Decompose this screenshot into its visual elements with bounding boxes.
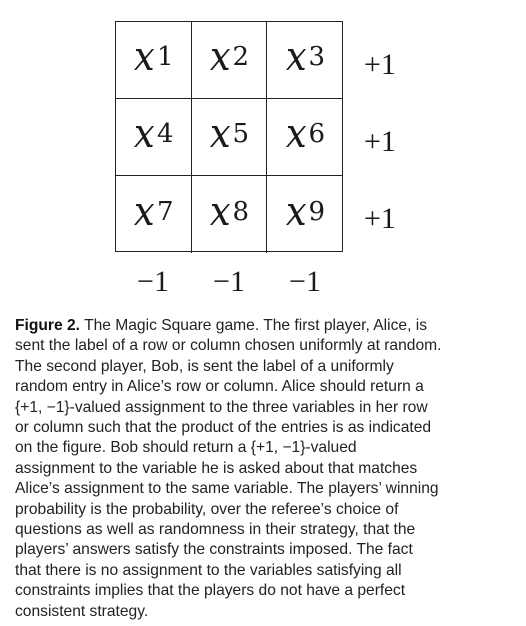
cell-x2: x2: [192, 22, 267, 99]
cell-x4: x4: [116, 99, 192, 176]
cell-variable: x: [134, 111, 156, 157]
cell-subscript: 3: [308, 42, 326, 72]
cell-x9: x9: [267, 176, 343, 253]
cell-x8: x8: [192, 176, 267, 253]
cell-x3: x3: [267, 22, 343, 99]
caption-text: The Magic Square game. The first player,…: [15, 317, 442, 620]
magic-square-figure: x1 x2 x3 x4 x5 x6 x7 x8 x9 +1 +1 +1 −1 −…: [0, 0, 526, 300]
figure-caption: Figure 2. The Magic Square game. The fir…: [15, 316, 521, 622]
column-2-product-label: −1: [213, 265, 245, 298]
cell-variable: x: [134, 188, 156, 235]
caption-label: Figure 2.: [15, 317, 80, 334]
cell-subscript: 5: [232, 119, 250, 149]
cell-variable: x: [209, 111, 231, 157]
cell-x5: x5: [192, 99, 267, 176]
cell-subscript: 8: [232, 196, 250, 227]
cell-subscript: 7: [157, 196, 174, 227]
cell-subscript: 9: [308, 196, 326, 227]
cell-subscript: 6: [308, 119, 326, 149]
cell-x7: x7: [116, 176, 192, 253]
row-3-product-label: +1: [364, 202, 396, 235]
cell-subscript: 1: [157, 42, 174, 72]
cell-variable: x: [209, 34, 231, 80]
cell-variable: x: [285, 111, 307, 157]
cell-variable: x: [134, 34, 156, 80]
cell-variable: x: [209, 188, 231, 235]
row-2-product-label: +1: [364, 125, 396, 158]
cell-variable: x: [285, 34, 307, 80]
cell-subscript: 2: [232, 42, 250, 72]
row-1-product-label: +1: [364, 48, 396, 81]
magic-square-grid: x1 x2 x3 x4 x5 x6 x7 x8 x9: [115, 21, 343, 253]
column-3-product-label: −1: [289, 265, 321, 298]
column-1-product-label: −1: [137, 265, 169, 298]
cell-x1: x1: [116, 22, 192, 99]
cell-subscript: 4: [157, 119, 174, 149]
cell-x6: x6: [267, 99, 343, 176]
cell-variable: x: [285, 188, 307, 235]
